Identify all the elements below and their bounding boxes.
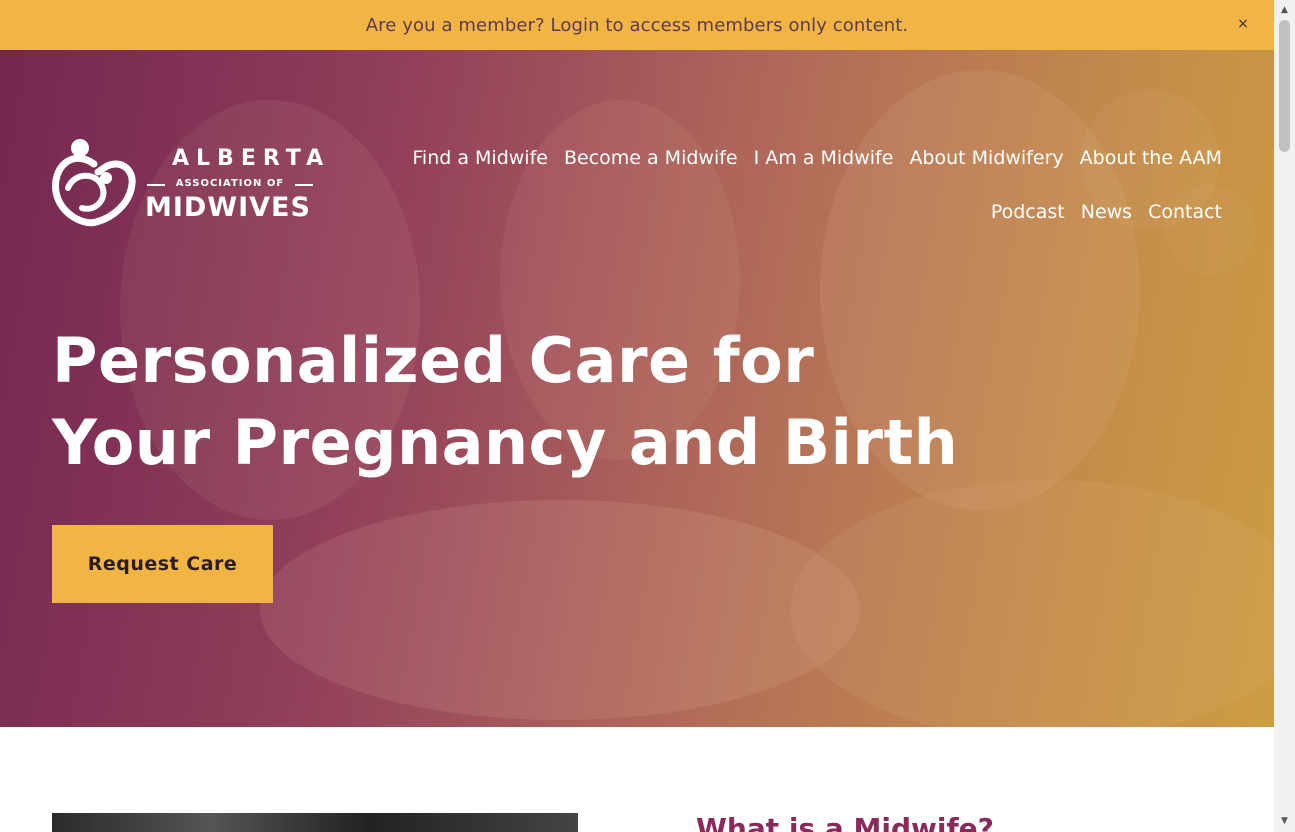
nav-i-am-a-midwife[interactable]: I Am a Midwife — [754, 145, 894, 171]
page: Are you a member? Login to access member… — [0, 0, 1274, 832]
nav-find-a-midwife[interactable]: Find a Midwife — [412, 145, 548, 171]
section-heading-what-is-a-midwife: What is a Midwife? — [696, 812, 994, 832]
main-nav: Find a Midwife Become a Midwife I Am a M… — [362, 145, 1222, 225]
request-care-button[interactable]: Request Care — [52, 525, 273, 603]
logo-text-alberta: ALBERTA — [172, 146, 331, 171]
announcement-bar[interactable]: Are you a member? Login to access member… — [0, 0, 1274, 50]
nav-podcast[interactable]: Podcast — [991, 199, 1065, 225]
scrollbar[interactable]: ▲ ▼ — [1274, 0, 1295, 832]
close-icon[interactable]: × — [1232, 13, 1254, 35]
nav-contact[interactable]: Contact — [1148, 199, 1222, 225]
nav-news[interactable]: News — [1081, 199, 1132, 225]
nav-about-the-aam[interactable]: About the AAM — [1080, 145, 1222, 171]
hero-section: ALBERTA ASSOCIATION OF MIDWIVES Find a M… — [0, 50, 1274, 727]
nav-about-midwifery[interactable]: About Midwifery — [909, 145, 1063, 171]
hero-headline-line1: Personalized Care for — [52, 324, 815, 397]
midwives-logo-icon — [52, 139, 136, 227]
nav-become-a-midwife[interactable]: Become a Midwife — [564, 145, 738, 171]
scroll-down-arrow-icon[interactable]: ▼ — [1274, 813, 1295, 830]
scrollbar-thumb[interactable] — [1279, 20, 1290, 152]
hero-headline: Personalized Care for Your Pregnancy and… — [52, 320, 1052, 484]
logo-text-association: ASSOCIATION OF — [147, 178, 313, 189]
scroll-up-arrow-icon[interactable]: ▲ — [1274, 2, 1295, 19]
hero-headline-line2: Your Pregnancy and Birth — [52, 406, 959, 479]
announcement-text[interactable]: Are you a member? Login to access member… — [366, 15, 909, 36]
midwife-photo — [52, 813, 578, 832]
logo-text-midwives: MIDWIVES — [145, 192, 311, 223]
site-logo[interactable]: ALBERTA ASSOCIATION OF MIDWIVES — [52, 138, 323, 228]
